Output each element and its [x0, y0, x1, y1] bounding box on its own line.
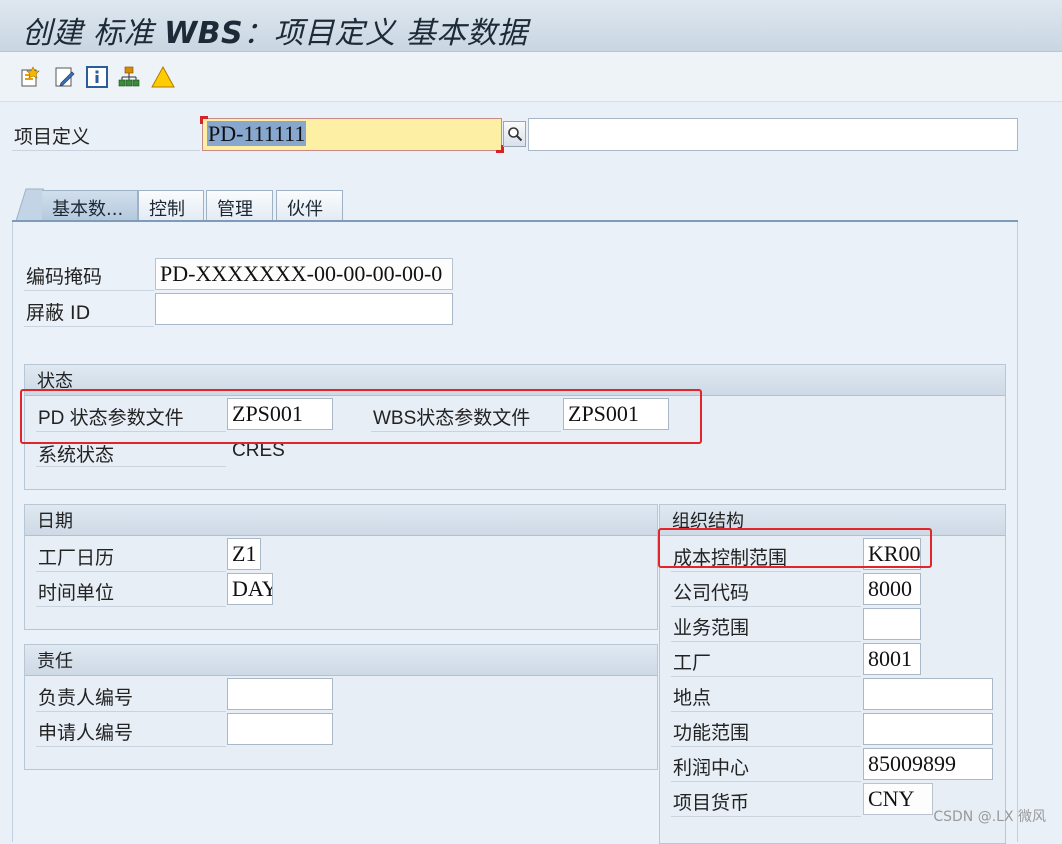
- tab-control[interactable]: 控制: [138, 190, 204, 222]
- functional-area-input[interactable]: [863, 713, 993, 745]
- time-unit-input[interactable]: DAY: [227, 573, 273, 605]
- edit-icon[interactable]: [52, 64, 78, 90]
- mask-id-input[interactable]: [155, 293, 453, 325]
- label-underline: [36, 711, 226, 712]
- label-underline: [671, 781, 861, 782]
- search-help-button[interactable]: [503, 121, 526, 147]
- title-bar: 创建 标准 WBS：项目定义 基本数据: [0, 0, 1062, 52]
- label-underline: [36, 606, 226, 607]
- functional-area-label: 功能范围: [673, 722, 750, 744]
- business-area-input[interactable]: [863, 608, 921, 640]
- project-definition-label: 项目定义: [14, 126, 91, 148]
- company-code-input[interactable]: 8000: [863, 573, 921, 605]
- project-description-input[interactable]: [528, 118, 1018, 151]
- applicant-label: 申请人编号: [38, 722, 134, 744]
- time-unit-label: 时间单位: [38, 582, 115, 604]
- label-underline: [671, 571, 861, 572]
- warning-icon[interactable]: [150, 64, 176, 90]
- label-underline: [24, 326, 154, 327]
- dates-group: 日期: [24, 504, 658, 630]
- applicant-input[interactable]: [227, 713, 333, 745]
- responsible-person-input[interactable]: [227, 678, 333, 710]
- coding-mask-field: PD-XXXXXXX-00-00-00-00-0: [155, 258, 453, 290]
- label-underline: [671, 641, 861, 642]
- project-currency-label: 项目货币: [673, 792, 750, 814]
- dates-group-title: 日期: [25, 505, 657, 536]
- profit-center-input[interactable]: 85009899: [863, 748, 993, 780]
- label-underline: [36, 571, 226, 572]
- responsibility-group-title: 责任: [25, 645, 657, 676]
- label-underline: [36, 746, 226, 747]
- tab-administration[interactable]: 管理: [206, 190, 273, 222]
- tab-slant: [15, 188, 44, 222]
- search-icon: [507, 127, 522, 142]
- location-label: 地点: [673, 687, 712, 709]
- hierarchy-icon[interactable]: [116, 64, 142, 90]
- location-input[interactable]: [863, 678, 993, 710]
- label-underline: [671, 606, 861, 607]
- profit-center-label: 利润中心: [673, 757, 750, 779]
- factory-calendar-label: 工厂日历: [38, 547, 115, 569]
- application-toolbar: [0, 52, 1062, 102]
- label-underline: [671, 711, 861, 712]
- label-underline: [671, 676, 861, 677]
- project-definition-input[interactable]: PD-111111: [202, 118, 502, 151]
- focus-corner: [200, 116, 208, 124]
- coding-mask-label: 编码掩码: [26, 266, 103, 288]
- create-icon[interactable]: [18, 64, 44, 90]
- label-underline: [36, 466, 226, 467]
- watermark: CSDN @.LX 微风: [933, 809, 1046, 825]
- tab-partner[interactable]: 伙伴: [276, 190, 343, 222]
- company-code-label: 公司代码: [673, 582, 750, 604]
- business-area-label: 业务范围: [673, 617, 750, 639]
- tab-basic-data[interactable]: 基本数...: [42, 190, 138, 222]
- info-icon[interactable]: [84, 64, 110, 90]
- highlight-box-status: [20, 389, 702, 444]
- label-underline: [24, 290, 154, 291]
- system-status-label: 系统状态: [38, 444, 115, 466]
- factory-calendar-input[interactable]: Z1: [227, 538, 261, 570]
- plant-label: 工厂: [673, 652, 712, 674]
- mask-id-label: 屏蔽 ID: [26, 302, 91, 324]
- project-currency-input[interactable]: CNY: [863, 783, 933, 815]
- label-underline: [671, 816, 861, 817]
- screen-title: 创建 标准 WBS：项目定义 基本数据: [22, 16, 528, 51]
- label-underline: [12, 150, 200, 151]
- plant-input[interactable]: 8001: [863, 643, 921, 675]
- responsible-person-label: 负责人编号: [38, 687, 134, 709]
- label-underline: [671, 746, 861, 747]
- highlight-box-controlling-area: [658, 528, 932, 568]
